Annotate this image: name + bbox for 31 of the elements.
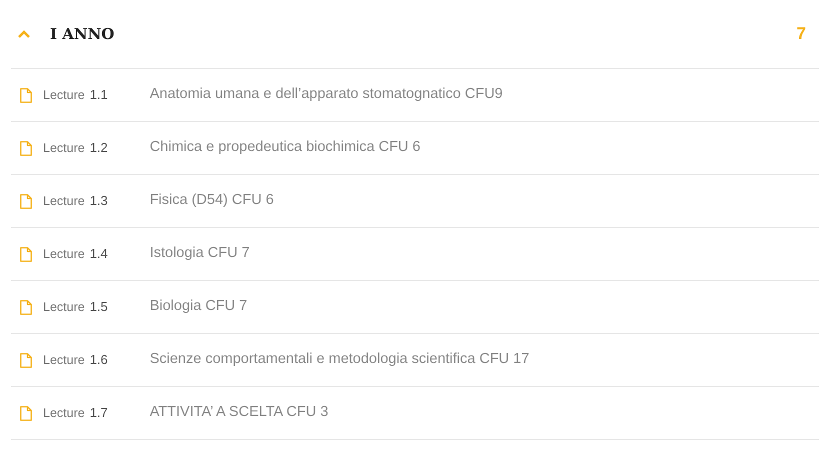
lecture-label: Lecture — [43, 298, 85, 316]
lecture-count: 7 — [796, 23, 806, 46]
document-icon — [20, 352, 32, 368]
document-icon — [20, 300, 32, 314]
chevron-up-icon — [18, 30, 30, 38]
lecture-number: 1.6 — [90, 351, 109, 370]
lecture-title[interactable]: Chimica e propedeutica biochimica CFU 6 — [150, 137, 420, 159]
document-icon — [20, 194, 32, 208]
document-icon — [20, 140, 32, 156]
lecture-label: Lecture — [43, 140, 85, 157]
lecture-label: Lecture — [43, 404, 85, 422]
document-icon — [20, 406, 32, 420]
lecture-number: 1.1 — [90, 86, 109, 104]
lecture-label: Lecture — [43, 192, 85, 210]
lecture-title[interactable]: Anatomia umana e dell’apparato stomatognatico CFU9 — [150, 84, 503, 106]
document-icon — [20, 88, 32, 102]
lecture-title[interactable]: Biologia CFU 7 — [150, 296, 248, 318]
section-title: I ANNO — [50, 24, 114, 45]
lecture-number: 1.7 — [90, 404, 109, 422]
lecture-title[interactable]: Fisica (D54) CFU 6 — [150, 190, 274, 212]
lecture-number: 1.3 — [90, 192, 109, 210]
lecture-number: 1.4 — [90, 245, 109, 264]
lecture-title[interactable]: Istologia CFU 7 — [150, 243, 250, 265]
lecture-label: Lecture — [43, 246, 85, 263]
lecture-title[interactable]: Scienze comportamentali e metodologia scientifica CFU 17 — [150, 349, 530, 371]
lecture-label: Lecture — [43, 352, 85, 369]
document-icon — [20, 246, 32, 262]
lecture-title[interactable]: ATTIVITA’ A SCELTA CFU 3 — [150, 402, 328, 424]
lecture-number: 1.5 — [90, 298, 109, 316]
lecture-label: Lecture — [43, 86, 85, 104]
lecture-number: 1.2 — [90, 139, 109, 158]
